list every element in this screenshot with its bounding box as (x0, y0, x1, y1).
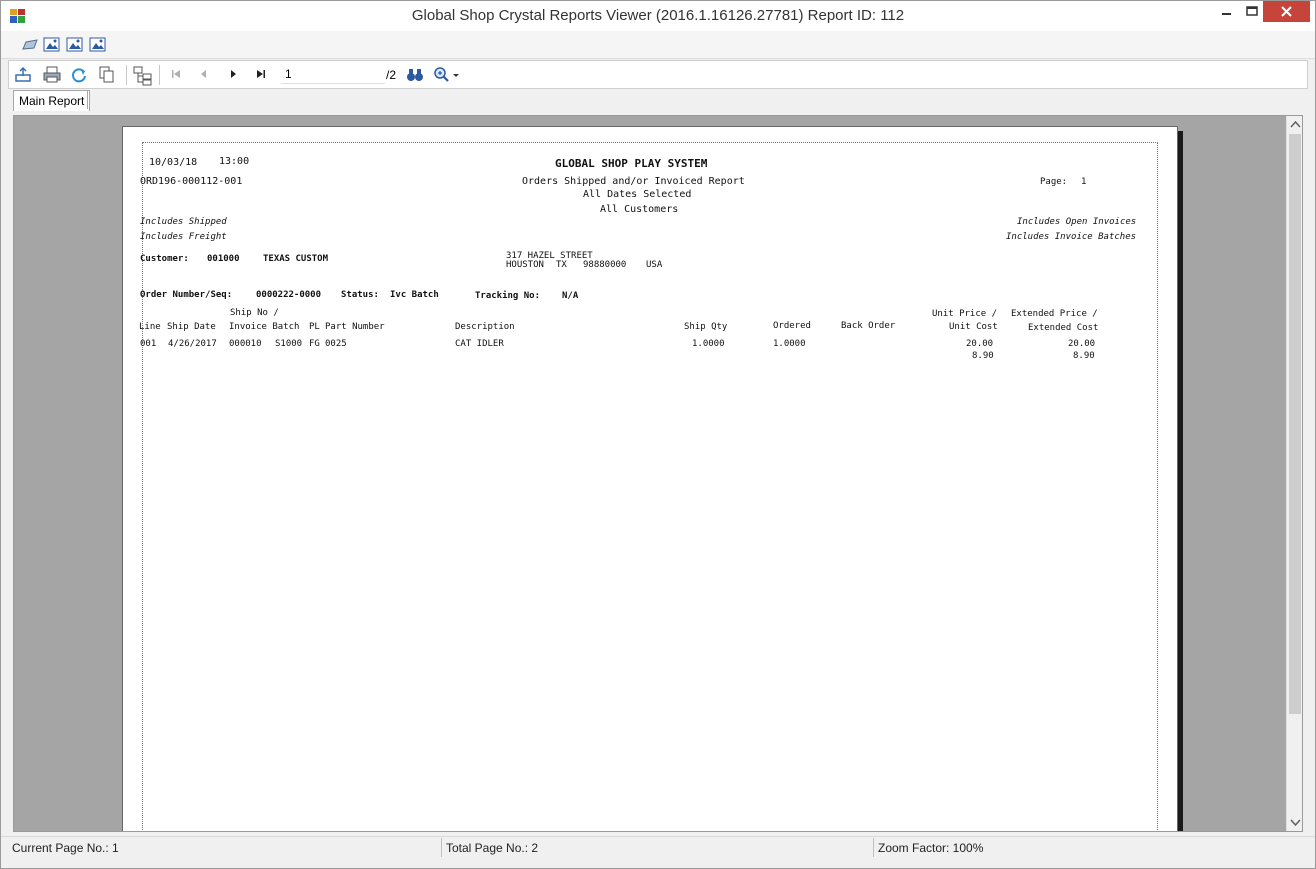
col-ship-date: Ship Date (167, 322, 216, 332)
page-number-input[interactable] (281, 64, 385, 84)
row-ship-date: 4/26/2017 (168, 339, 217, 349)
row-ship-qty: 1.0000 (692, 339, 725, 349)
page-total-label: /2 (386, 68, 397, 82)
report-id: ORD196-000112-001 (140, 176, 243, 187)
row-description: CAT IDLER (455, 339, 504, 349)
row-invoice: 000010 (229, 339, 262, 349)
report-date: 10/03/18 (149, 157, 198, 168)
col-part-number: Part Number (325, 322, 385, 332)
tab-divider (87, 91, 88, 109)
image-icon[interactable] (43, 36, 61, 54)
col-pl: PL (309, 322, 320, 332)
col-ordered: Ordered (773, 321, 811, 331)
toolbar-separator (126, 65, 127, 85)
export-icon[interactable] (15, 66, 33, 84)
row-part: 0025 (325, 339, 347, 349)
image-icon[interactable] (66, 36, 84, 54)
tab-main-report[interactable]: Main Report (13, 90, 91, 111)
address-state: TX (556, 260, 567, 270)
col-ship-no-top: Ship No / (230, 308, 279, 318)
status-separator (441, 838, 442, 857)
scroll-thumb[interactable] (1289, 134, 1301, 714)
zoom-factor-status: Zoom Factor: 100% (878, 841, 984, 855)
col-unit-price: Unit Price / (932, 309, 998, 319)
image-icon[interactable] (89, 36, 107, 54)
zoom-icon[interactable] (433, 66, 463, 84)
customer-name: TEXAS CUSTOM (263, 254, 329, 264)
row-ordered: 1.0000 (773, 339, 806, 349)
include-invoice-batches: Includes Invoice Batches (1006, 232, 1137, 242)
status-value: Ivc Batch (390, 290, 439, 300)
report-tabs: Main Report (9, 89, 1309, 113)
address-country: USA (646, 260, 663, 270)
scroll-down-icon[interactable] (1287, 814, 1303, 831)
top-toolbar (1, 31, 1315, 59)
customer-filter: All Customers (600, 204, 679, 215)
navigation-toolbar: /2 (8, 60, 1308, 89)
status-separator (873, 838, 874, 857)
last-page-icon[interactable] (254, 67, 268, 81)
col-unit-cost: Unit Cost (949, 322, 998, 332)
row-pl: FG (309, 339, 320, 349)
col-line: Line (139, 322, 161, 332)
first-page-icon[interactable] (169, 67, 183, 81)
page-border (142, 142, 1158, 831)
page-value: 1 (1081, 177, 1087, 187)
refresh-icon[interactable] (70, 66, 88, 84)
date-filter: All Dates Selected (583, 189, 692, 200)
tracking-label: Tracking No: (475, 291, 541, 301)
status-label: Status: (341, 290, 379, 300)
col-description: Description (455, 322, 515, 332)
col-extended-cost: Extended Cost (1028, 323, 1099, 333)
include-shipped: Includes Shipped (140, 217, 227, 227)
customer-code: 001000 (207, 254, 240, 264)
row-unit-price: 20.00 (966, 339, 994, 349)
col-invoice-batch: Invoice Batch (229, 322, 300, 332)
row-unit-cost: 8.90 (972, 351, 994, 361)
row-batch: S1000 (275, 339, 303, 349)
total-page-status: Total Page No.: 2 (446, 841, 539, 855)
group-tree-icon[interactable] (133, 66, 153, 86)
row-extended-price: 20.00 (1068, 339, 1096, 349)
next-page-icon[interactable] (226, 67, 240, 81)
find-binoculars-icon[interactable] (406, 66, 424, 84)
report-viewer-area[interactable]: 10/03/18 13:00 GLOBAL SHOP PLAY SYSTEM O… (13, 115, 1303, 832)
report-title: Orders Shipped and/or Invoiced Report (522, 176, 745, 187)
address-zip: 98880000 (583, 260, 627, 270)
status-bar: Current Page No.: 1 Total Page No.: 2 Zo… (1, 836, 1315, 858)
tracking-value: N/A (562, 291, 579, 301)
order-value: 0000222-0000 (256, 290, 322, 300)
row-line: 001 (140, 339, 157, 349)
toolbar-separator (159, 65, 160, 85)
customer-label: Customer: (140, 254, 189, 264)
close-button[interactable] (1263, 1, 1310, 22)
open-report-icon[interactable] (21, 36, 39, 54)
col-back-order: Back Order (841, 321, 896, 331)
address-city: HOUSTON (506, 260, 544, 270)
include-freight: Includes Freight (140, 232, 227, 242)
report-page: 10/03/18 13:00 GLOBAL SHOP PLAY SYSTEM O… (122, 126, 1178, 831)
title-bar: Global Shop Crystal Reports Viewer (2016… (1, 1, 1315, 31)
order-label: Order Number/Seq: (140, 290, 233, 300)
col-ship-qty: Ship Qty (684, 322, 728, 332)
report-time: 13:00 (219, 156, 250, 167)
current-page-status: Current Page No.: 1 (12, 841, 119, 855)
company-name: GLOBAL SHOP PLAY SYSTEM (555, 157, 708, 170)
page-label: Page: (1040, 177, 1068, 187)
col-extended-price: Extended Price / (1011, 309, 1098, 319)
copy-icon[interactable] (98, 66, 116, 84)
scroll-up-icon[interactable] (1287, 116, 1303, 133)
row-extended-cost: 8.90 (1073, 351, 1095, 361)
include-open-invoices: Includes Open Invoices (1017, 217, 1137, 227)
print-icon[interactable] (43, 66, 61, 84)
window-title: Global Shop Crystal Reports Viewer (2016… (411, 7, 905, 24)
previous-page-icon[interactable] (197, 67, 211, 81)
report-viewer-window: Global Shop Crystal Reports Viewer (2016… (0, 0, 1316, 869)
vertical-scrollbar[interactable] (1286, 116, 1303, 831)
